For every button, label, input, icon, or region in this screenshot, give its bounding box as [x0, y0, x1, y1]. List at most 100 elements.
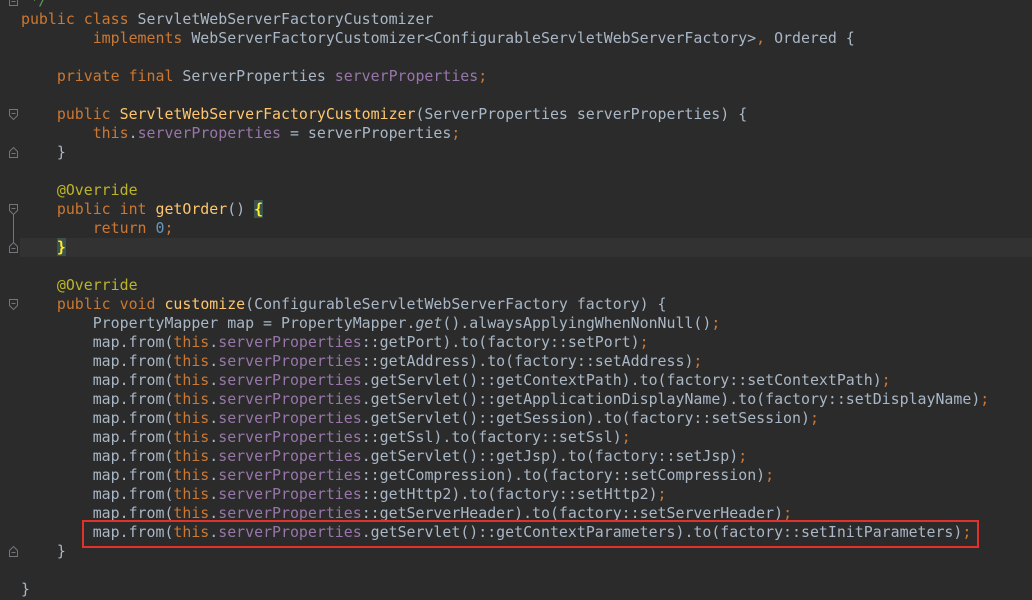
gutter-cell[interactable]	[0, 504, 20, 523]
code-line[interactable]: map.from(this.serverProperties.getServle…	[20, 390, 1032, 409]
code-line[interactable]	[20, 561, 1032, 580]
code-line[interactable]: public ServletWebServerFactoryCustomizer…	[20, 105, 1032, 124]
code-token: serverProperties	[218, 390, 362, 408]
fold-start-icon[interactable]	[9, 204, 18, 215]
gutter-cell[interactable]	[0, 409, 20, 428]
gutter-cell[interactable]	[0, 352, 20, 371]
gutter-cell[interactable]	[0, 219, 20, 238]
code-line[interactable]: map.from(this.serverProperties::getHttp2…	[20, 485, 1032, 504]
fold-start-icon[interactable]	[9, 109, 18, 120]
code-line[interactable]: map.from(this.serverProperties::getCompr…	[20, 466, 1032, 485]
code-token: this	[173, 447, 210, 465]
editor-gutter[interactable]	[0, 0, 20, 599]
code-token: .getServlet()::getApplicationDisplayName…	[361, 390, 981, 408]
fold-end-icon[interactable]	[9, 0, 18, 6]
code-token: ;	[711, 314, 721, 332]
code-line[interactable]: }	[20, 143, 1032, 162]
code-token: public void	[21, 295, 165, 313]
code-line[interactable]: map.from(this.serverProperties::getAddre…	[20, 352, 1032, 371]
code-token: }	[21, 143, 66, 161]
code-line[interactable]: map.from(this.serverProperties::getServe…	[20, 504, 1032, 523]
code-token: this	[173, 466, 210, 484]
code-line[interactable]: this.serverProperties = serverProperties…	[20, 124, 1032, 143]
fold-start-icon[interactable]	[9, 299, 18, 310]
fold-end-icon[interactable]	[9, 242, 18, 253]
code-line[interactable]: */	[20, 0, 1032, 10]
code-line[interactable]: PropertyMapper map = PropertyMapper.get(…	[20, 314, 1032, 333]
code-token: ::getAddress).to(factory::setAddress)	[361, 352, 694, 370]
code-area[interactable]: */public class ServletWebServerFactoryCu…	[20, 0, 1032, 599]
gutter-cell[interactable]	[0, 29, 20, 48]
code-line[interactable]: return 0;	[20, 219, 1032, 238]
code-line[interactable]: @Override	[20, 181, 1032, 200]
code-token: ServletWebServerFactoryCustomizer	[128, 10, 434, 28]
gutter-cell[interactable]	[0, 67, 20, 86]
gutter-cell[interactable]	[0, 181, 20, 200]
code-line[interactable]: map.from(this.serverProperties::getPort)…	[20, 333, 1032, 352]
gutter-cell[interactable]	[0, 257, 20, 276]
code-token: serverProperties	[218, 523, 362, 541]
code-line[interactable]: map.from(this.serverProperties.getServle…	[20, 371, 1032, 390]
gutter-cell[interactable]	[0, 295, 20, 314]
gutter-cell[interactable]	[0, 390, 20, 409]
gutter-cell[interactable]	[0, 561, 20, 580]
gutter-cell[interactable]	[0, 10, 20, 29]
code-line[interactable]: }	[20, 542, 1032, 561]
fold-end-icon[interactable]	[9, 546, 18, 557]
code-line[interactable]: @Override	[20, 276, 1032, 295]
code-line[interactable]: private final ServerProperties serverPro…	[20, 67, 1032, 86]
code-line[interactable]	[20, 48, 1032, 67]
code-line[interactable]: public int getOrder() {	[20, 200, 1032, 219]
code-token: serverProperties	[218, 504, 362, 522]
code-line[interactable]: map.from(this.serverProperties.getServle…	[20, 523, 1032, 542]
gutter-cell[interactable]	[0, 105, 20, 124]
gutter-cell[interactable]	[0, 485, 20, 504]
code-token: serverProperties	[334, 67, 479, 85]
gutter-cell[interactable]	[0, 200, 20, 219]
gutter-cell[interactable]	[0, 0, 20, 10]
code-token: serverProperties	[218, 371, 362, 389]
gutter-cell[interactable]	[0, 333, 20, 352]
gutter-cell[interactable]	[0, 48, 20, 67]
code-token: ;	[980, 390, 990, 408]
gutter-cell[interactable]	[0, 580, 20, 599]
code-line[interactable]: map.from(this.serverProperties.getServle…	[20, 447, 1032, 466]
code-line[interactable]	[20, 257, 1032, 276]
gutter-cell[interactable]	[0, 86, 20, 105]
gutter-cell[interactable]	[0, 124, 20, 143]
gutter-cell[interactable]	[0, 238, 20, 257]
code-token: map.from(	[21, 371, 174, 389]
code-token: */	[21, 0, 48, 9]
gutter-cell[interactable]	[0, 447, 20, 466]
code-token: ::getSsl).to(factory::setSsl)	[361, 428, 622, 446]
code-token: ,	[756, 29, 766, 47]
gutter-cell[interactable]	[0, 428, 20, 447]
code-line[interactable]: public void customize(ConfigurableServle…	[20, 295, 1032, 314]
code-token: this	[173, 371, 210, 389]
gutter-cell[interactable]	[0, 371, 20, 390]
gutter-cell[interactable]	[0, 314, 20, 333]
code-line[interactable]: implements WebServerFactoryCustomizer<Co…	[20, 29, 1032, 48]
code-token: getOrder	[155, 200, 228, 218]
code-token: .	[209, 485, 219, 503]
code-line[interactable]	[20, 86, 1032, 105]
code-line[interactable]: map.from(this.serverProperties::getSsl).…	[20, 428, 1032, 447]
code-token: map.from(	[21, 504, 174, 522]
code-token: map.from(	[21, 390, 174, 408]
code-line-current[interactable]: }	[20, 238, 1032, 257]
code-line[interactable]	[20, 162, 1032, 181]
code-token: ;	[451, 124, 461, 142]
fold-end-icon[interactable]	[9, 147, 18, 158]
code-line[interactable]: map.from(this.serverProperties.getServle…	[20, 409, 1032, 428]
gutter-cell[interactable]	[0, 276, 20, 295]
gutter-cell[interactable]	[0, 162, 20, 181]
gutter-cell[interactable]	[0, 143, 20, 162]
code-editor[interactable]: */public class ServletWebServerFactoryCu…	[0, 0, 1032, 600]
code-token: ()	[227, 200, 255, 218]
gutter-cell[interactable]	[0, 466, 20, 485]
gutter-cell[interactable]	[0, 523, 20, 542]
code-line[interactable]: public class ServletWebServerFactoryCust…	[20, 10, 1032, 29]
code-line[interactable]: }	[20, 580, 1032, 599]
gutter-cell[interactable]	[0, 542, 20, 561]
